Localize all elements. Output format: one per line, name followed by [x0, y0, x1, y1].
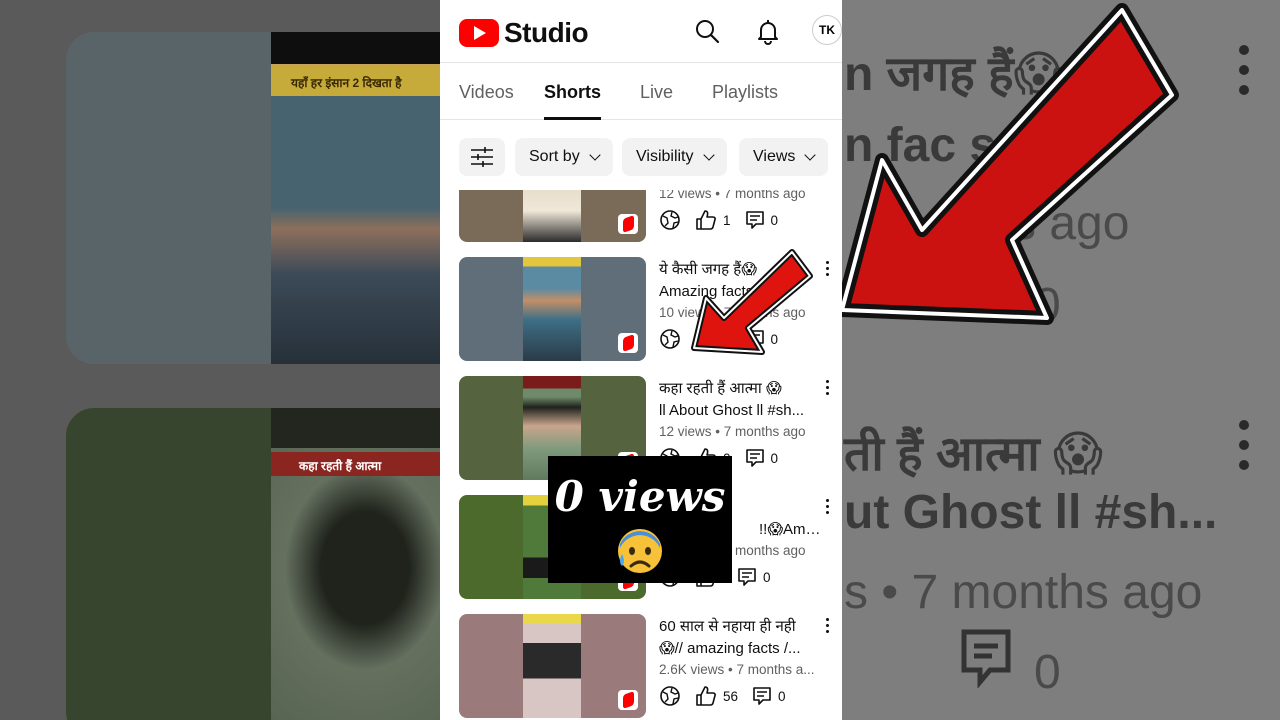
avatar-initials: TK	[819, 23, 835, 37]
background-title-2: ती हैं आत्मा 😱	[844, 428, 1104, 481]
youtube-play-logo-icon	[459, 19, 499, 47]
comment-count: 0	[770, 450, 779, 466]
tab-shorts[interactable]: Shorts	[544, 82, 601, 103]
tab-playlists[interactable]: Playlists	[712, 82, 778, 103]
sort-by-dropdown[interactable]: Sort by	[515, 138, 613, 176]
more-options-icon[interactable]	[826, 261, 830, 279]
video-thumbnail[interactable]	[459, 614, 646, 718]
public-globe-icon	[660, 329, 680, 349]
chevron-down-icon	[589, 149, 601, 161]
comment-count: 0	[763, 569, 771, 585]
anxious-sweat-emoji-icon	[618, 529, 662, 573]
background-thumbnail-1-banner: यहाँ हर इंसान 2 दिखता है	[271, 66, 440, 96]
chevron-down-icon	[804, 149, 817, 161]
search-icon[interactable]	[693, 17, 721, 45]
zero-views-overlay: 0 views	[548, 456, 732, 583]
more-options-icon[interactable]	[826, 380, 830, 398]
background-thumbnail-1: यहाँ हर इंसान 2 दिखता है	[66, 32, 440, 364]
comment-icon	[745, 449, 764, 467]
comment-count: 0	[770, 212, 779, 228]
red-arrow-icon	[691, 249, 813, 355]
screen: यहाँ हर इंसान 2 दिखता है कहा रहती हैं आत…	[0, 0, 1280, 720]
video-title[interactable]: 60 साल से नहाया ही नही	[659, 616, 821, 638]
sort-by-label: Sort by	[529, 148, 580, 165]
tune-sliders-icon	[471, 147, 493, 167]
thumbnail-image	[523, 257, 581, 361]
filter-settings-button[interactable]	[459, 138, 505, 176]
views-dropdown[interactable]: Views	[739, 138, 829, 176]
phone-screen: Studio TK Videos Shorts Live Playlists S…	[440, 0, 842, 720]
chevron-down-icon	[702, 149, 715, 161]
like-thumb-icon	[696, 686, 716, 706]
comment-icon	[745, 211, 764, 229]
background-more-icon-2	[1239, 420, 1249, 480]
list-item[interactable]: 60 साल से नहाया ही नही 😱// amazing facts…	[440, 614, 842, 720]
background-comment-icon	[961, 629, 1011, 688]
top-app-bar: Studio TK	[440, 0, 842, 62]
shorts-badge-icon	[618, 214, 638, 234]
account-avatar[interactable]: TK	[812, 15, 842, 45]
background-left-zoom: यहाँ हर इंसान 2 दिखता है कहा रहती हैं आत…	[0, 0, 440, 720]
thumbnail-image	[523, 190, 581, 242]
video-meta: 12 views • 7 months ago	[659, 190, 806, 201]
comment-icon	[738, 568, 756, 586]
big-red-arrow-icon	[842, 3, 1179, 325]
video-thumbnail[interactable]	[459, 190, 646, 242]
tab-live[interactable]: Live	[640, 82, 673, 103]
shorts-badge-icon	[618, 333, 638, 353]
visibility-dropdown[interactable]: Visibility	[622, 138, 727, 176]
studio-logo-text: Studio	[504, 17, 589, 48]
more-options-icon[interactable]	[826, 499, 830, 517]
like-count: 1	[723, 212, 731, 228]
video-stats: 56 0	[659, 684, 800, 708]
video-thumbnail[interactable]	[459, 257, 646, 361]
views-label: Views	[753, 148, 796, 165]
background-thumbnail-2: कहा रहती हैं आत्मा	[66, 408, 440, 720]
more-options-icon[interactable]	[826, 618, 830, 636]
background-thumbnail-1-image	[271, 64, 440, 364]
notifications-bell-icon[interactable]	[754, 17, 782, 45]
list-item[interactable]: 12 views • 7 months ago 1 0	[440, 190, 842, 244]
video-title[interactable]: कहा रहती हैं आत्मा 😱	[659, 378, 821, 400]
thumbnail-image	[523, 614, 581, 718]
video-title-line2[interactable]: 😱// amazing facts /...	[659, 638, 821, 660]
comment-icon	[753, 687, 771, 705]
tab-videos[interactable]: Videos	[459, 82, 514, 103]
video-meta: 12 views • 7 months ago	[659, 424, 806, 439]
filter-bar: Sort by Visibility Views	[440, 138, 842, 176]
background-thumbnail-2-banner: कहा रहती हैं आत्मा	[271, 452, 440, 476]
background-count-2: 0	[1034, 646, 1061, 699]
video-title-line2[interactable]: ll About Ghost ll #sh...	[659, 400, 821, 422]
background-title-2b: ut Ghost ll #sh...	[844, 486, 1218, 539]
studio-logo[interactable]: Studio	[459, 17, 589, 49]
public-globe-icon	[660, 210, 680, 230]
public-globe-icon	[660, 686, 680, 706]
like-count: 56	[723, 688, 739, 704]
zero-views-text: 0 views	[554, 472, 726, 521]
video-meta: 2.6K views • 7 months a...	[659, 662, 815, 677]
shorts-badge-icon	[618, 690, 638, 710]
content-tabs: Videos Shorts Live Playlists	[440, 62, 842, 120]
comment-count: 0	[778, 688, 786, 704]
active-tab-indicator	[544, 117, 601, 120]
video-stats: 1 0	[659, 208, 792, 232]
visibility-label: Visibility	[636, 148, 694, 165]
like-thumb-icon	[696, 210, 716, 230]
background-meta-2: s • 7 months ago	[844, 566, 1203, 619]
background-thumbnail-2-image	[271, 448, 440, 720]
